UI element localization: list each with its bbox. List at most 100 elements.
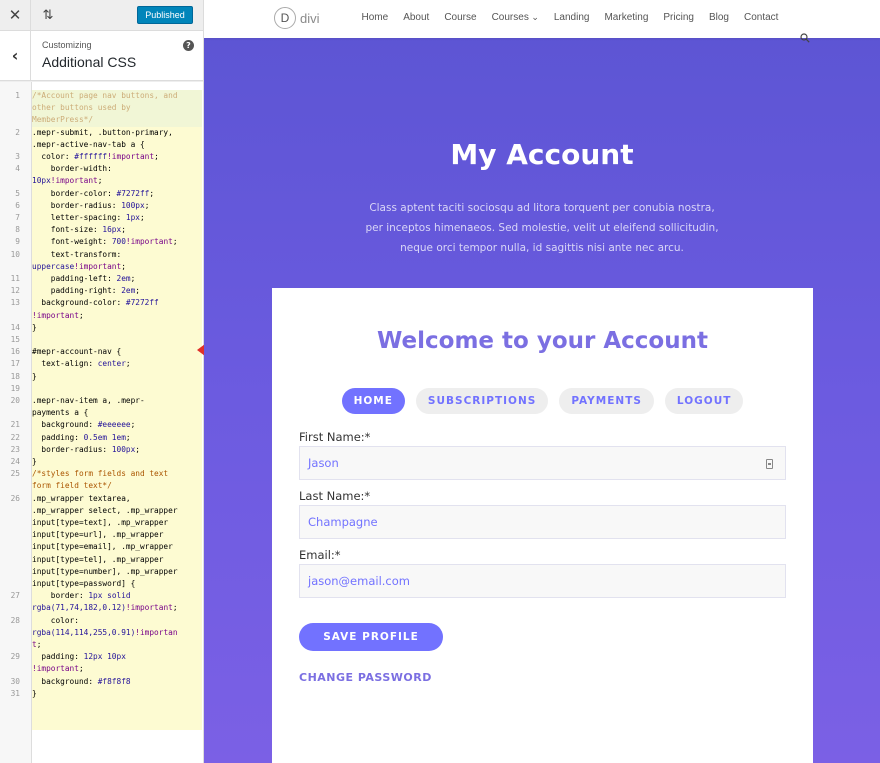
tab-home[interactable]: HOME xyxy=(341,388,405,414)
screen: ✕ ⇅ Published ‹ Customizing Additional C… xyxy=(0,0,880,763)
save-profile-button[interactable]: SAVE PROFILE xyxy=(299,623,443,651)
code-token: !important xyxy=(32,664,79,674)
code-token: background-color: xyxy=(32,298,126,308)
menu-item-label: Contact xyxy=(743,12,779,23)
account-card: Welcome to your Account HOME SUBSCRIPTION… xyxy=(272,288,813,763)
css-editor[interactable]: /*Account page nav buttons, and other but… xyxy=(0,82,203,763)
customizer-toolbar: ✕ ⇅ Published xyxy=(0,0,203,31)
line-number: 10 xyxy=(10,249,20,259)
code-token: padding-left: xyxy=(32,274,117,283)
code-line: padding-left: 2em; xyxy=(32,273,203,285)
code-line: rgba(71,74,182,0.12)!important; xyxy=(32,602,203,614)
code-token: } xyxy=(32,322,37,332)
code-token: ; xyxy=(149,188,155,198)
code-line: #mepr-account-nav { xyxy=(32,346,203,358)
code-line: form field text*/ xyxy=(32,480,203,492)
menu-item-course[interactable]: Course xyxy=(437,12,484,23)
menu-item-courses[interactable]: Courses ⌄ xyxy=(484,12,546,23)
last-name-input[interactable]: Champagne xyxy=(299,505,786,539)
close-icon[interactable]: ✕ xyxy=(0,0,31,31)
code-token: ; xyxy=(121,225,126,235)
line-number: 21 xyxy=(10,420,20,430)
tab-logout[interactable]: LOGOUT xyxy=(664,388,744,414)
code-line: .mepr-active-nav-tab a { xyxy=(32,139,203,151)
line-number: 28 xyxy=(10,615,20,625)
menu-item-label: Blog xyxy=(708,12,729,23)
code-line: text-transform: xyxy=(32,249,203,261)
line-number: 12 xyxy=(10,286,20,296)
code-area[interactable]: /*Account page nav buttons, and other but… xyxy=(32,90,202,730)
code-token: font-size: xyxy=(32,225,103,235)
field-label: Last Name:* xyxy=(299,489,371,503)
menu-item-blog[interactable]: Blog xyxy=(701,12,736,23)
line-number: 23 xyxy=(10,444,20,454)
back-arrow-icon[interactable]: ‹ xyxy=(0,31,31,80)
code-token: !important xyxy=(125,237,173,247)
sort-arrows-icon[interactable]: ⇅ xyxy=(31,0,65,31)
code-token: .mepr-active-nav-tab a { xyxy=(32,139,145,149)
code-token: !important xyxy=(107,152,155,161)
code-line: } xyxy=(32,688,203,700)
code-token: 2em xyxy=(121,286,136,296)
code-token: MemberPress*/ xyxy=(32,115,94,125)
code-line: .mepr-nav-item a, .mepr- xyxy=(32,395,203,407)
logo-mark: D xyxy=(274,7,296,29)
line-number: 19 xyxy=(10,383,20,393)
menu-item-marketing[interactable]: Marketing xyxy=(597,12,656,23)
code-token: center xyxy=(97,359,126,369)
code-token: .mepr-nav-item a, .mepr- xyxy=(32,396,145,405)
line-number: 8 xyxy=(15,225,20,235)
line-number: 24 xyxy=(10,457,20,466)
code-line: background: #f8f8f8 xyxy=(32,676,203,688)
menu-item-about[interactable]: About xyxy=(396,12,437,23)
code-token: ; xyxy=(154,152,159,161)
code-token: input[type=email], .mp_wrapper xyxy=(32,542,173,552)
tab-subscriptions[interactable]: SUBSCRIPTIONS xyxy=(415,388,549,414)
code-token: background: xyxy=(32,420,98,430)
code-token: 1px solid xyxy=(88,591,131,601)
menu-item-label: Landing xyxy=(553,12,590,23)
code-token: } xyxy=(32,688,37,698)
autofill-icon[interactable] xyxy=(766,459,773,469)
code-token: uppercase xyxy=(32,261,75,271)
code-token: ; xyxy=(139,213,145,222)
line-number: 16 xyxy=(10,347,20,357)
code-line: border: 1px solid xyxy=(32,590,203,602)
code-token: } xyxy=(32,371,37,381)
menu-item-pricing[interactable]: Pricing xyxy=(656,12,702,23)
code-token: ; xyxy=(144,200,150,210)
code-token: !important xyxy=(125,603,173,613)
menu-item-landing[interactable]: Landing xyxy=(546,12,597,23)
code-line: } xyxy=(32,456,203,468)
code-line: payments a { xyxy=(32,407,203,419)
menu-item-label: Course xyxy=(444,12,477,23)
code-line: border-width: xyxy=(32,163,203,175)
code-line: t; xyxy=(32,639,203,651)
code-line: input[type=tel], .mp_wrapper xyxy=(32,554,203,566)
code-token: padding-right: xyxy=(32,286,122,296)
change-password-link[interactable]: CHANGE PASSWORD xyxy=(299,671,432,684)
line-number: 29 xyxy=(10,652,20,662)
code-token: border: xyxy=(32,591,89,601)
first-name-input[interactable]: Jason xyxy=(299,446,786,480)
code-token: border-width: xyxy=(32,164,112,174)
menu-item-home[interactable]: Home xyxy=(354,12,396,23)
code-token: .mp_wrapper textarea, xyxy=(32,493,131,503)
site-logo[interactable]: D divi xyxy=(274,7,320,29)
code-token: letter-spacing: xyxy=(32,213,126,222)
code-token: ; xyxy=(125,359,131,369)
search-icon[interactable] xyxy=(800,33,810,43)
line-number: 14 xyxy=(10,322,20,332)
code-line: font-weight: 700!important; xyxy=(32,236,203,248)
code-token: 2em xyxy=(116,274,131,283)
code-token: } xyxy=(32,457,37,466)
code-token: text-transform: xyxy=(32,249,122,259)
site-header: D divi Home About Course Courses ⌄ Landing Ma… xyxy=(204,0,880,38)
menu-item-contact[interactable]: Contact xyxy=(736,12,785,23)
help-icon[interactable]: ? xyxy=(183,40,194,51)
published-button[interactable]: Published xyxy=(137,6,193,24)
email-input[interactable]: jason@email.com xyxy=(299,564,786,598)
site-preview: D divi Home About Course Courses ⌄ Landing Ma… xyxy=(204,0,880,763)
tab-payments[interactable]: PAYMENTS xyxy=(559,388,654,414)
code-token: 100px xyxy=(111,444,136,454)
